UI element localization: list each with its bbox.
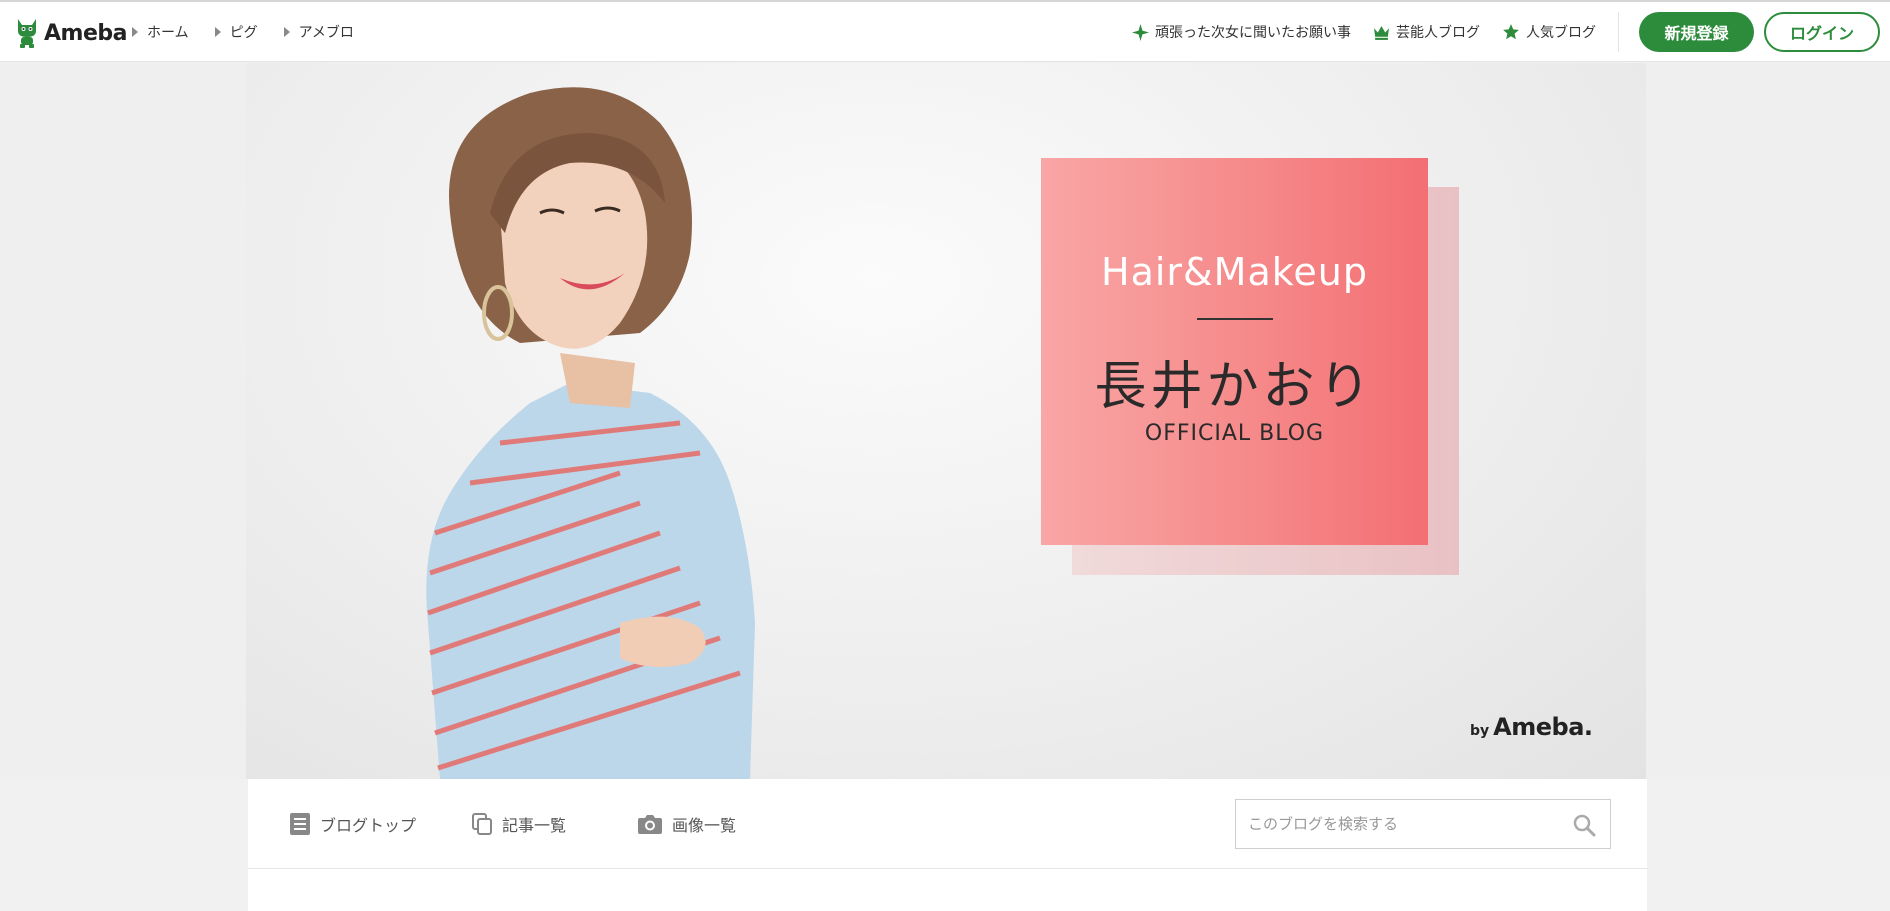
search-icon[interactable]: [1572, 813, 1596, 837]
entry-list-link[interactable]: 記事一覧: [472, 779, 566, 869]
nav-celebrity-blog-label: 芸能人ブログ: [1396, 25, 1480, 41]
profile-photo: [426, 87, 755, 779]
global-nav-left: ホーム ピグ アメブロ: [132, 2, 380, 62]
blog-search-box: [1235, 799, 1611, 849]
nav-home-link[interactable]: ホーム: [132, 22, 189, 42]
blog-top-link[interactable]: ブログトップ: [290, 779, 416, 869]
ameba-mascot-icon: [18, 19, 36, 48]
caret-right-icon: [132, 27, 138, 37]
by-label: by: [1470, 723, 1490, 739]
nav-home-label: ホーム: [147, 25, 189, 41]
image-list-label: 画像一覧: [672, 816, 737, 835]
by-ameba-mark: by Ameba.: [1470, 713, 1593, 741]
nav-celebrity-blog-link[interactable]: 芸能人ブログ: [1373, 22, 1480, 42]
card-divider: [1196, 318, 1273, 320]
crown-icon: [1374, 25, 1389, 40]
copy-icon: [472, 813, 492, 835]
nav-popular-blog-link[interactable]: 人気ブログ: [1502, 22, 1596, 42]
document-icon: [290, 813, 310, 835]
nav-pigg-link[interactable]: ピグ: [214, 22, 258, 42]
nav-popular-blog-label: 人気ブログ: [1526, 25, 1596, 41]
nav-ameblo-link[interactable]: アメブロ: [283, 22, 354, 42]
nav-pigg-label: ピグ: [229, 25, 258, 41]
official-blog-label: OFFICIAL BLOG: [1144, 421, 1325, 446]
header-divider: [1618, 12, 1619, 52]
blog-title-card: Hair&Makeup 長井かおり OFFICIAL BLOG: [1041, 158, 1428, 545]
sparkle-icon: [1132, 23, 1149, 41]
image-list-link[interactable]: 画像一覧: [638, 779, 736, 869]
blog-search-input[interactable]: [1236, 800, 1556, 848]
entry-list-label: 記事一覧: [502, 816, 567, 835]
caret-right-icon: [283, 27, 290, 37]
logo-text: Ameba: [44, 20, 127, 46]
caret-right-icon: [214, 27, 221, 37]
star-icon: [1503, 24, 1519, 40]
global-header: Ameba ホーム ピグ アメブロ 頑張った次女に聞いたお願い事 芸能人ブログ …: [0, 2, 1890, 62]
nav-ameblo-label: アメブロ: [298, 25, 354, 41]
blog-top-label: ブログトップ: [320, 816, 417, 835]
blog-owner-name: 長井かおり: [1094, 357, 1375, 417]
signup-button[interactable]: 新規登録: [1639, 12, 1754, 52]
nav-featured-topic-label: 頑張った次女に聞いたお願い事: [1155, 25, 1351, 41]
camera-icon: [638, 815, 662, 834]
nav-featured-topic-link[interactable]: 頑張った次女に聞いたお願い事: [1132, 22, 1351, 42]
by-ameba-brand: Ameba.: [1493, 713, 1593, 741]
blog-header-banner: Hair&Makeup 長井かおり OFFICIAL BLOG by Ameba…: [0, 63, 1890, 779]
blog-content-area: [248, 869, 1647, 911]
card-title: Hair&Makeup: [1101, 250, 1368, 294]
login-button[interactable]: ログイン: [1764, 12, 1880, 52]
ameba-logo[interactable]: Ameba: [14, 16, 127, 50]
blog-navigation: ブログトップ 記事一覧 画像一覧: [248, 779, 1647, 869]
global-nav-right: 頑張った次女に聞いたお願い事 芸能人ブログ 人気ブログ 新規登録 ログイン: [1110, 2, 1890, 62]
